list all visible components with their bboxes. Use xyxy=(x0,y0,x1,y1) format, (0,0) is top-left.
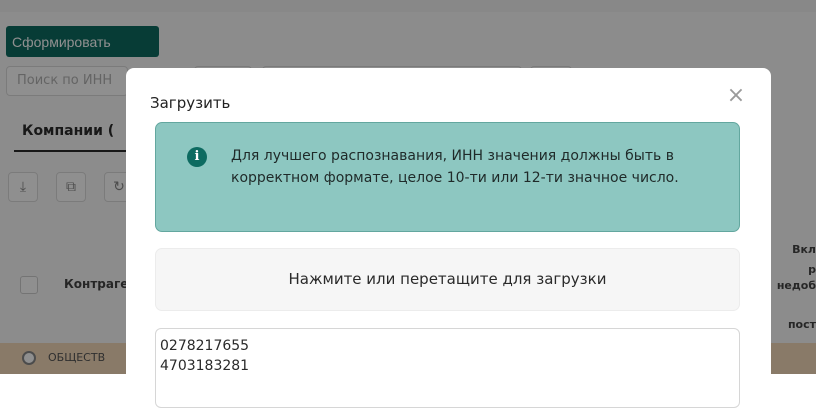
info-icon: i xyxy=(187,147,207,167)
modal-title: Загрузить xyxy=(150,94,231,112)
textarea-line: 4703183281 xyxy=(160,358,250,374)
close-icon[interactable]: × xyxy=(724,84,748,108)
info-alert: i Для лучшего распознавания, ИНН значени… xyxy=(155,122,740,232)
textarea-line: 0278217655 xyxy=(160,338,250,354)
upload-dropzone[interactable]: Нажмите или перетащите для загрузки xyxy=(155,248,740,311)
alert-text: Для лучшего распознавания, ИНН значения … xyxy=(231,148,679,186)
upload-modal: Загрузить × i Для лучшего распознавания,… xyxy=(126,68,771,408)
inn-textarea[interactable]: 0278217655 4703183281 xyxy=(155,328,740,408)
